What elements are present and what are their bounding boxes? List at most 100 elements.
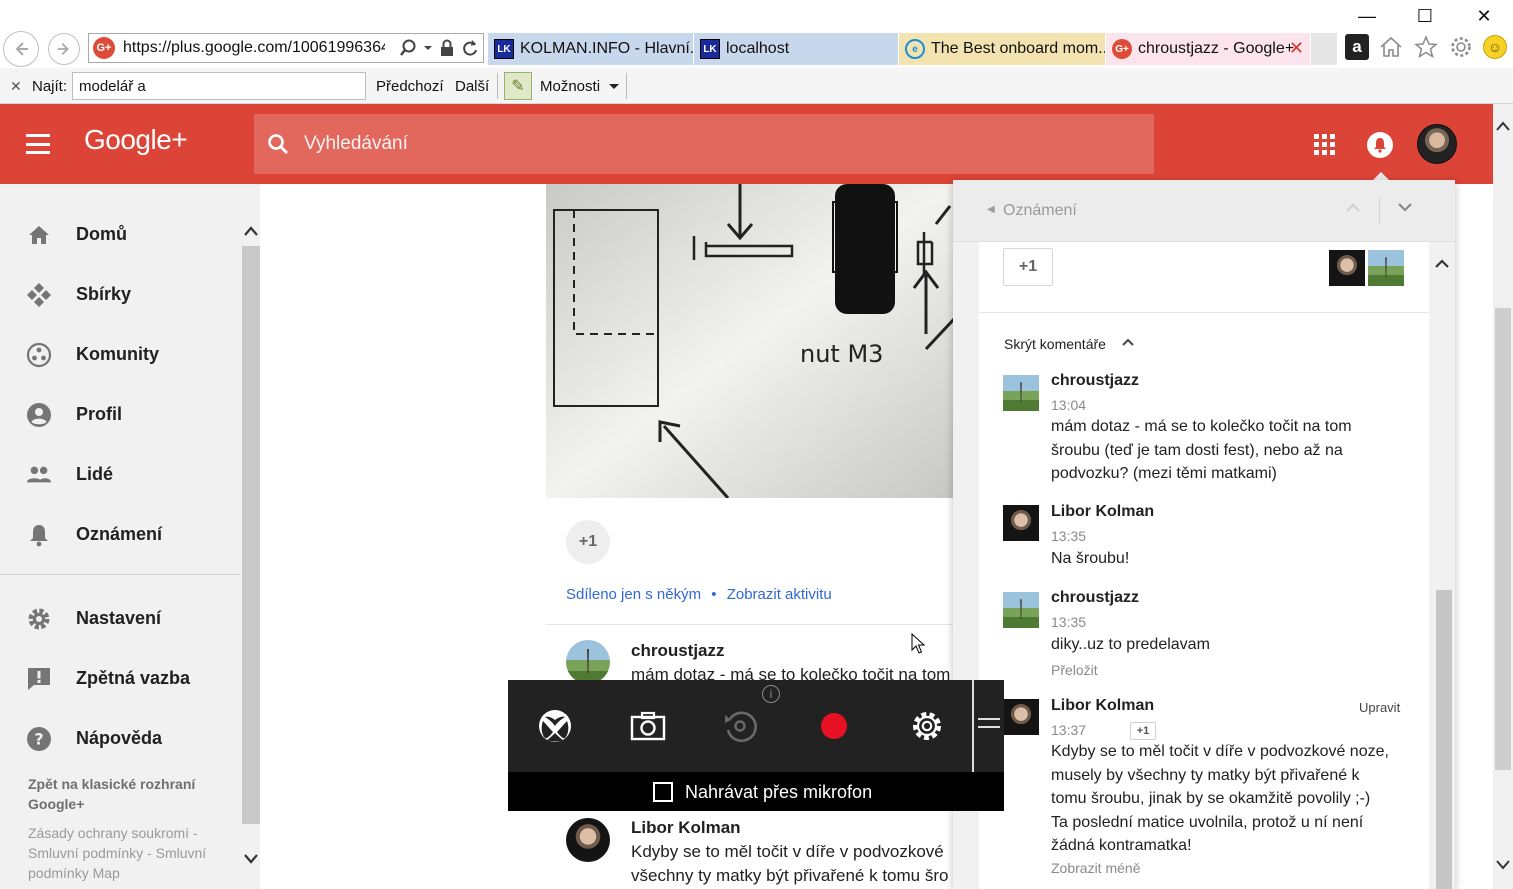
tab-onboard[interactable]: e The Best onboard mom...	[899, 33, 1105, 65]
page-scroll-down-icon[interactable]	[1493, 853, 1513, 877]
lock-icon[interactable]	[439, 38, 455, 58]
sidebar-item-collections[interactable]: Sbírky	[0, 272, 240, 316]
find-input[interactable]: modelář a	[72, 72, 366, 100]
plus-one-badge[interactable]: +1	[1130, 722, 1156, 740]
sidebar-scroll-down-icon[interactable]	[242, 848, 260, 870]
dropdown-icon[interactable]	[423, 38, 433, 58]
comment-author[interactable]: chroustjazz	[1051, 589, 1139, 607]
screenshot-button[interactable]	[628, 706, 668, 746]
separator-dot: •	[711, 586, 717, 603]
avatar[interactable]	[566, 818, 610, 862]
avatar[interactable]	[1003, 505, 1039, 541]
legal-links[interactable]: Zásady ochrany soukromí - Smluvní podmín…	[28, 823, 234, 883]
post-image[interactable]: nut M3	[546, 184, 954, 498]
tab-chroustjazz[interactable]: G+ chroustjazz - Google+ ✕	[1106, 33, 1310, 65]
amazon-icon[interactable]: a	[1345, 34, 1369, 60]
find-next-button[interactable]: Další	[455, 68, 489, 104]
translate-link[interactable]: Přeložit	[1051, 662, 1098, 678]
sidebar-item-settings[interactable]: Nastavení	[0, 596, 240, 640]
minimize-button[interactable]: —	[1338, 0, 1396, 32]
tools-gear-icon[interactable]	[1448, 32, 1474, 62]
shared-with-link[interactable]: Sdíleno jen s někým	[566, 586, 701, 603]
account-avatar[interactable]	[1417, 124, 1457, 164]
toolbar-icons: a ☺	[1345, 32, 1513, 62]
tab-label: chroustjazz - Google+	[1138, 40, 1295, 57]
tab-kolman-info[interactable]: LK KOLMAN.INFO - Hlavní...	[488, 33, 693, 65]
sidebar-item-profile[interactable]: Profil	[0, 392, 240, 436]
xbox-button[interactable]	[535, 706, 575, 746]
sidebar-item-label: Zpětná vazba	[76, 668, 191, 688]
mic-checkbox-label[interactable]: Nahrávat přes mikrofon	[685, 782, 872, 803]
back-button[interactable]	[3, 31, 39, 67]
classic-interface-link[interactable]: Zpět na klasické rozhraní Google+	[28, 774, 228, 814]
sidebar-scroll-up-icon[interactable]	[242, 220, 260, 242]
show-less-link[interactable]: Zobrazit méně	[1051, 860, 1140, 876]
highlight-pencil-icon[interactable]: ✎	[504, 72, 532, 100]
notifications-scrollbar-thumb[interactable]	[1436, 590, 1452, 889]
comment-author[interactable]: Libor Kolman	[1051, 697, 1154, 715]
sidebar-item-feedback[interactable]: Zpětná vazba	[0, 656, 240, 700]
plus-one-button[interactable]: +1	[566, 520, 610, 564]
plus-one-button[interactable]: +1	[1003, 248, 1053, 286]
search-box[interactable]: Vyhledávání	[254, 114, 1154, 174]
avatar[interactable]	[1368, 250, 1404, 286]
sidebar-item-notifications[interactable]: Oznámení	[0, 512, 240, 556]
search-icon[interactable]	[399, 38, 417, 58]
comment-author[interactable]: chroustjazz	[631, 641, 725, 661]
record-that-button[interactable]	[720, 706, 760, 746]
comment-time[interactable]: 13:04	[1051, 397, 1086, 413]
new-tab-button[interactable]	[1311, 33, 1337, 65]
find-prev-button[interactable]: Předchozí	[376, 68, 444, 104]
comment-time[interactable]: 13:35	[1051, 528, 1086, 544]
sidebar-scrollbar[interactable]	[242, 246, 260, 824]
close-tab-icon[interactable]: ✕	[1289, 38, 1304, 59]
avatar[interactable]	[1003, 375, 1039, 411]
comment-time[interactable]: 13:35	[1051, 614, 1086, 630]
forward-button[interactable]	[48, 33, 80, 65]
home-toolbar-icon[interactable]	[1378, 32, 1404, 62]
feedback-smiley-icon[interactable]: ☺	[1483, 35, 1507, 59]
previous-notification-icon[interactable]	[1345, 200, 1361, 218]
notifications-bell-button[interactable]	[1367, 132, 1393, 158]
avatar[interactable]	[1003, 699, 1039, 735]
chevron-up-icon[interactable]	[1121, 336, 1135, 351]
close-window-button[interactable]: ✕	[1455, 0, 1513, 32]
hide-comments-link[interactable]: Skrýt komentáře	[1004, 336, 1106, 352]
gamebar-settings-button[interactable]	[907, 706, 947, 746]
find-options-button[interactable]: Možnosti	[540, 68, 622, 104]
menu-hamburger-icon[interactable]	[26, 134, 50, 154]
home-icon	[26, 222, 52, 248]
page-scroll-up-icon[interactable]	[1493, 114, 1513, 138]
back-caret-icon[interactable]: ◀	[987, 204, 995, 215]
info-icon[interactable]: i	[762, 685, 780, 703]
drag-grip-icon[interactable]	[978, 718, 1000, 728]
favorites-star-icon[interactable]	[1413, 32, 1439, 62]
next-notification-icon[interactable]	[1397, 200, 1413, 218]
mic-checkbox[interactable]	[653, 782, 673, 802]
url-text[interactable]: https://plus.google.com/100619963646	[123, 39, 385, 57]
view-activity-link[interactable]: Zobrazit aktivitu	[727, 586, 832, 603]
comment-author[interactable]: chroustjazz	[1051, 372, 1139, 390]
address-bar[interactable]: G+ https://plus.google.com/100619963646	[88, 33, 484, 63]
maximize-button[interactable]: ☐	[1396, 0, 1454, 32]
comment-author[interactable]: Libor Kolman	[1051, 503, 1154, 521]
page-scrollbar-thumb[interactable]	[1495, 308, 1511, 770]
bell-icon	[26, 522, 52, 548]
avatar[interactable]	[1003, 592, 1039, 628]
close-find-icon[interactable]: ✕	[10, 68, 22, 104]
comment-author[interactable]: Libor Kolman	[631, 818, 741, 838]
edit-link[interactable]: Upravit	[1359, 700, 1400, 715]
comment-time[interactable]: 13:37	[1051, 722, 1086, 738]
refresh-icon[interactable]	[461, 38, 479, 58]
sidebar-item-help[interactable]: ? Nápověda	[0, 716, 240, 760]
avatar[interactable]	[566, 640, 610, 684]
gplus-logo[interactable]: Google+	[84, 124, 188, 156]
sidebar-item-people[interactable]: Lidé	[0, 452, 240, 496]
notifications-scroll-up-icon[interactable]	[1434, 256, 1450, 274]
sidebar-item-home[interactable]: Domů	[0, 212, 240, 256]
avatar[interactable]	[1329, 250, 1365, 286]
sidebar-item-communities[interactable]: Komunity	[0, 332, 240, 376]
apps-grid-icon[interactable]	[1314, 134, 1335, 155]
record-button[interactable]	[814, 706, 854, 746]
tab-localhost[interactable]: LK localhost	[694, 33, 898, 65]
